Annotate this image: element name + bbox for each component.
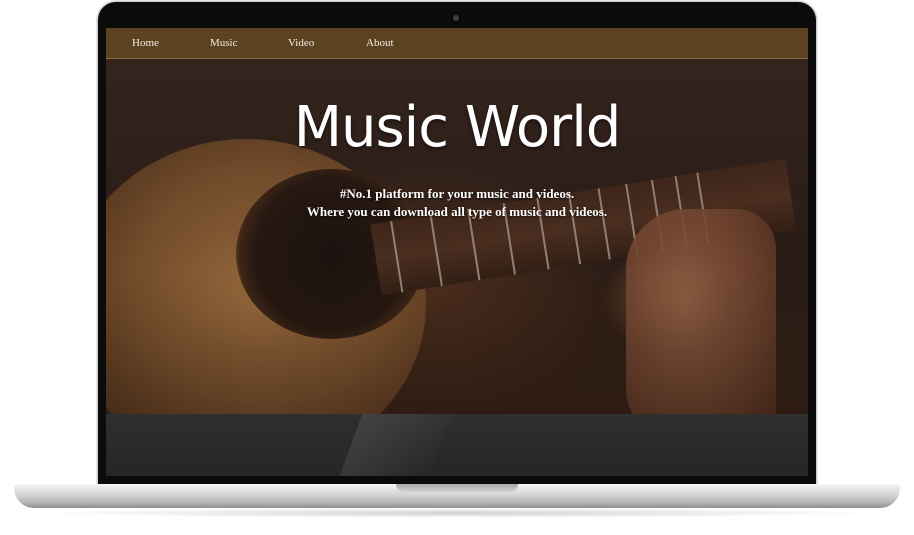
hero-tagline-line2: Where you can download all type of music…: [306, 204, 608, 219]
laptop-base: [14, 484, 900, 508]
webcam-icon: [453, 15, 459, 21]
nav-link-music[interactable]: Music: [210, 28, 238, 58]
nav-link-about[interactable]: About: [366, 28, 394, 58]
laptop-opening-notch: [396, 484, 518, 492]
nav-link-video[interactable]: Video: [288, 28, 314, 58]
lower-section: [106, 414, 808, 476]
top-navbar: Home Music Video About: [106, 28, 808, 59]
hero-title: Music World: [293, 95, 622, 160]
hero-banner: Music World #No.1 platform for your musi…: [106, 59, 808, 414]
laptop-frame: Home Music Video About Music World #No.1…: [98, 2, 816, 484]
hero-tagline-line1: #No.1 platform for your music and videos…: [339, 186, 575, 201]
laptop-shadow: [30, 508, 884, 518]
nav-link-home[interactable]: Home: [132, 28, 159, 58]
browser-screen: Home Music Video About Music World #No.1…: [106, 28, 808, 476]
lower-section-decoration: [339, 414, 453, 476]
